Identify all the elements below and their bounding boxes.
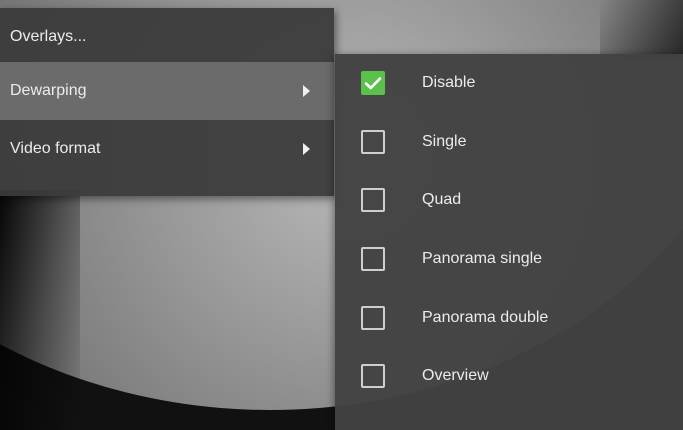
option-checkbox[interactable]	[361, 188, 385, 213]
menu-item-label: Overlays...	[10, 28, 87, 45]
dewarping-option-overview[interactable]: Overview	[335, 347, 683, 406]
checkmark-icon	[364, 76, 382, 90]
menu-item-video-format[interactable]: Video format	[0, 120, 334, 178]
option-checkbox[interactable]	[361, 364, 385, 389]
option-label: Panorama single	[422, 250, 543, 268]
fisheye-edge	[0, 190, 80, 430]
dewarping-option-quad[interactable]: Quad	[335, 171, 683, 230]
dewarping-option-single[interactable]: Single	[335, 113, 683, 172]
chevron-right-icon	[303, 143, 310, 155]
dewarping-submenu: Disable Single Quad Panorama single Pano…	[335, 54, 683, 430]
dewarping-option-panorama-double[interactable]: Panorama double	[335, 288, 683, 347]
menu-item-overlays[interactable]: Overlays...	[0, 8, 334, 62]
menu-item-label: Video format	[10, 140, 101, 157]
option-checkbox[interactable]	[361, 305, 385, 330]
option-label: Single	[422, 132, 467, 150]
dewarping-option-disable[interactable]: Disable	[335, 54, 683, 113]
menu-item-label: Dewarping	[10, 82, 87, 99]
menu-item-dewarping[interactable]: Dewarping	[0, 62, 334, 120]
fisheye-shadow	[600, 0, 683, 60]
dewarping-option-panorama-single[interactable]: Panorama single	[335, 230, 683, 289]
option-label: Quad	[422, 191, 462, 209]
option-label: Disable	[422, 74, 476, 92]
option-checkbox[interactable]	[361, 71, 385, 96]
option-label: Panorama double	[422, 308, 549, 326]
context-menu: Overlays... Dewarping Video format	[0, 8, 334, 196]
option-label: Overview	[422, 367, 489, 385]
option-checkbox[interactable]	[361, 129, 385, 154]
chevron-right-icon	[303, 85, 310, 97]
option-checkbox[interactable]	[361, 247, 385, 272]
